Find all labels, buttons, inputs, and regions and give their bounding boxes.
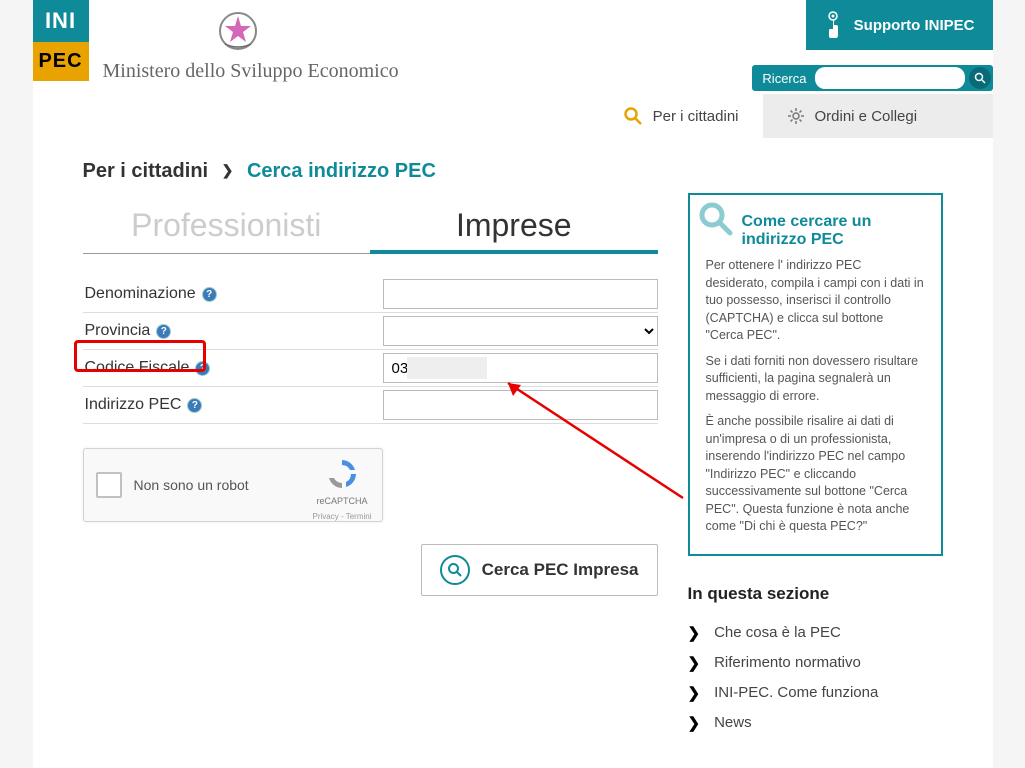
nav-cittadini[interactable]: Per i cittadini [599, 94, 763, 138]
ministero-text: Ministero dello Sviluppo Economico [103, 60, 399, 83]
search-button[interactable] [969, 67, 991, 89]
breadcrumb: Per i cittadini ❯ Cerca indirizzo PEC [33, 138, 993, 193]
header: INI PEC Ministero dello Sviluppo Economi… [33, 0, 993, 94]
search-icon [974, 72, 986, 84]
chevron-right-icon: ❯ [688, 714, 701, 732]
input-indirizzo-pec[interactable] [383, 390, 658, 420]
logo-pec: PEC [33, 42, 89, 81]
sidebar-list: ❯ Che cosa è la PEC ❯ Riferimento normativ… [688, 618, 943, 738]
sidebar-section-title: In questa sezione [688, 584, 943, 604]
info-p1: Per ottenere l' indirizzo PEC desiderato… [706, 257, 925, 345]
info-title: Come cercare un indirizzo PEC [742, 213, 925, 249]
recaptcha-terms: Privacy - Termini [313, 512, 372, 521]
label-provincia: Provincia [85, 322, 151, 340]
tabs: Professionisti Imprese [83, 193, 658, 254]
search-label: Ricerca [762, 71, 806, 86]
recaptcha[interactable]: Non sono un robot reCAPTCHA Privacy - Te… [83, 448, 383, 522]
search-icon [623, 106, 643, 126]
input-denominazione[interactable] [383, 279, 658, 309]
recaptcha-icon [325, 457, 359, 491]
gear-icon [787, 107, 805, 125]
recaptcha-label: Non sono un robot [134, 477, 249, 493]
help-icon[interactable]: ? [187, 398, 202, 413]
search-icon [698, 201, 734, 237]
info-box: Come cercare un indirizzo PEC Per ottene… [688, 193, 943, 556]
row-codice-fiscale: Codice Fiscale ? [83, 350, 658, 387]
emblem-icon [213, 6, 263, 56]
submit-label: Cerca PEC Impresa [482, 560, 639, 580]
breadcrumb-current: Cerca indirizzo PEC [247, 160, 436, 182]
recaptcha-brand: reCAPTCHA [313, 496, 372, 506]
row-indirizzo-pec: Indirizzo PEC ? [83, 387, 658, 424]
sidebar-item[interactable]: ❯ News [688, 708, 943, 738]
nav: Per i cittadini Ordini e Collegi [33, 94, 993, 138]
info-p2: Se i dati forniti non dovessero risultar… [706, 353, 925, 406]
sidebar-item-label: News [714, 714, 752, 731]
nav-ordini-label: Ordini e Collegi [815, 108, 918, 125]
logo[interactable]: INI PEC [33, 0, 89, 81]
sidebar-item[interactable]: ❯ Riferimento normativo [688, 648, 943, 678]
chevron-right-icon: ❯ [222, 162, 234, 178]
nav-cittadini-label: Per i cittadini [653, 108, 739, 125]
nav-ordini[interactable]: Ordini e Collegi [763, 94, 993, 138]
tab-professionisti[interactable]: Professionisti [83, 193, 371, 253]
form: Denominazione ? Provincia ? Codice Fisca… [83, 276, 658, 424]
select-provincia[interactable] [383, 316, 658, 346]
help-icon[interactable]: ? [202, 287, 217, 302]
help-icon[interactable]: ? [195, 361, 210, 376]
label-denominazione: Denominazione [85, 285, 196, 303]
supporto-label: Supporto INIPEC [854, 17, 975, 34]
sidebar-item-label: INI-PEC. Come funziona [714, 684, 878, 701]
sidebar-item-label: Riferimento normativo [714, 654, 861, 671]
chevron-right-icon: ❯ [688, 624, 701, 642]
sidebar-item[interactable]: ❯ Che cosa è la PEC [688, 618, 943, 648]
search-bar: Ricerca [752, 65, 992, 91]
row-provincia: Provincia ? [83, 313, 658, 350]
pointer-icon [824, 11, 842, 39]
chevron-right-icon: ❯ [688, 684, 701, 702]
breadcrumb-root[interactable]: Per i cittadini [83, 160, 209, 182]
supporto-button[interactable]: Supporto INIPEC [806, 0, 993, 50]
chevron-right-icon: ❯ [688, 654, 701, 672]
tab-imprese[interactable]: Imprese [370, 193, 658, 254]
search-input[interactable] [815, 67, 965, 89]
label-codice-fiscale: Codice Fiscale [85, 359, 190, 377]
recaptcha-checkbox[interactable] [96, 472, 122, 498]
label-indirizzo-pec: Indirizzo PEC [85, 396, 182, 414]
sidebar-item[interactable]: ❯ INI-PEC. Come funziona [688, 678, 943, 708]
logo-ini: INI [33, 0, 89, 42]
search-icon [440, 555, 470, 585]
submit-button[interactable]: Cerca PEC Impresa [421, 544, 658, 596]
row-denominazione: Denominazione ? [83, 276, 658, 313]
info-p3: È anche possibile risalire ai dati di un… [706, 413, 925, 536]
sidebar-item-label: Che cosa è la PEC [714, 624, 841, 641]
help-icon[interactable]: ? [156, 324, 171, 339]
